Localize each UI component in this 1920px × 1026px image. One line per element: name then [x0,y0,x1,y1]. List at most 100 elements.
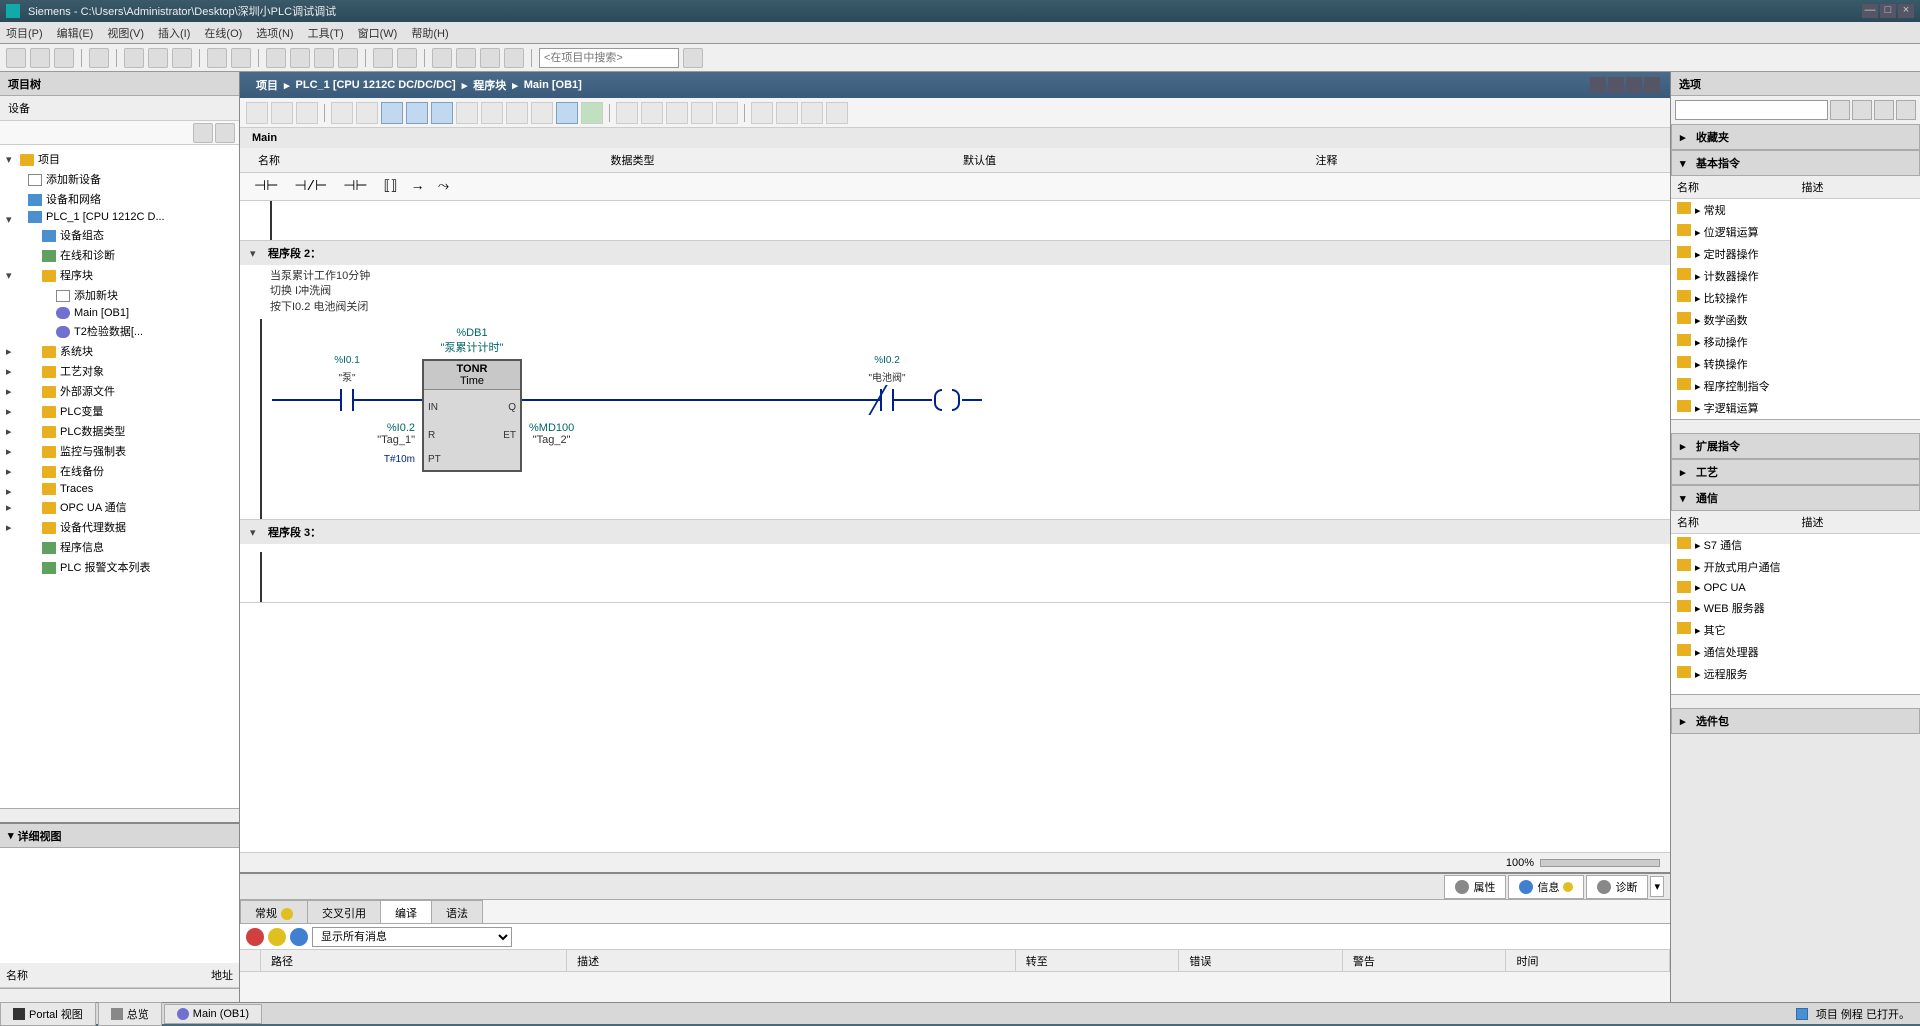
instruction-folder[interactable]: ▸ OPC UA [1671,578,1920,597]
tree-node[interactable]: ▸PLC变量 [0,401,239,421]
search-prev-icon[interactable] [1830,100,1850,120]
iface-col-2[interactable]: 默认值 [955,150,1308,170]
iface-col-1[interactable]: 数据类型 [603,150,956,170]
minimize-button[interactable]: — [1862,4,1878,18]
project-tree[interactable]: ▾项目添加新设备设备和网络▾PLC_1 [CPU 1212C D...设备组态在… [0,145,239,808]
menu-edit[interactable]: 编辑(E) [57,25,94,41]
instruction-folder[interactable]: ▸ 远程服务 [1671,663,1920,685]
subtab-compile[interactable]: 编译 [380,900,432,923]
tree-node[interactable]: ▸外部源文件 [0,381,239,401]
inspector-tab-info[interactable]: 信息 [1508,875,1584,899]
tree-node[interactable]: ▸工艺对象 [0,361,239,381]
portal-view-tab[interactable]: Portal 视图 [0,1002,96,1026]
filter-error-icon[interactable] [246,928,264,946]
tree-node[interactable]: ▸系统块 [0,341,239,361]
message-filter-select[interactable]: 显示所有消息 [312,927,512,947]
tb-undo-icon[interactable] [207,48,227,68]
et-btn-17[interactable] [666,102,688,124]
tree-node[interactable]: ▾PLC_1 [CPU 1212C D... [0,209,239,225]
contact-pump[interactable]: %I0.1 "泵" [332,385,362,415]
et-btn-22[interactable] [801,102,823,124]
tree-node[interactable]: PLC 报警文本列表 [0,557,239,577]
lad-coil[interactable]: ⊣⊢ [339,178,371,195]
et-btn-18[interactable] [691,102,713,124]
tb-new-icon[interactable] [6,48,26,68]
menu-help[interactable]: 帮助(H) [411,25,448,41]
bc-close-icon[interactable] [1644,77,1660,93]
tree-node[interactable]: 在线和诊断 [0,245,239,265]
instruction-folder[interactable]: ▸ 数学函数 [1671,309,1920,331]
et-btn-19[interactable] [716,102,738,124]
filter-warn-icon[interactable] [268,928,286,946]
et-monitor-icon[interactable] [751,102,773,124]
lad-branch-close[interactable]: ⤳ [434,179,453,195]
tb-layout-icon[interactable] [504,48,524,68]
et-btn-21[interactable] [776,102,798,124]
subtab-general[interactable]: 常规 [240,900,308,923]
maximize-button[interactable]: □ [1880,4,1896,18]
instruction-folder[interactable]: ▸ S7 通信 [1671,534,1920,556]
col-warn[interactable]: 警告 [1343,950,1507,971]
et-btn-4[interactable] [331,102,353,124]
tb-goonline-icon[interactable] [373,48,393,68]
instruction-folder[interactable]: ▸ 开放式用户通信 [1671,556,1920,578]
network-2[interactable]: ▾ 程序段 2： 当泵累计工作10分钟 切换 I冲洗阀 按下I0.2 电池阀关闭… [240,241,1670,520]
et-btn-5[interactable] [356,102,378,124]
search-opt1-icon[interactable] [1874,100,1894,120]
tb-sim-icon[interactable] [338,48,358,68]
subtab-syntax[interactable]: 语法 [431,900,483,923]
bc-2[interactable]: 程序块 [473,77,506,93]
col-goto[interactable]: 转至 [1016,950,1180,971]
tb-download-icon[interactable] [290,48,310,68]
lad-nc-contact[interactable]: ⊣/⊢ [290,178,331,195]
overview-tab[interactable]: 总览 [98,1002,162,1026]
tree-view2-icon[interactable] [215,123,235,143]
section-options[interactable]: ▸选件包 [1671,708,1920,734]
et-btn-3[interactable] [296,102,318,124]
inspector-tab-properties[interactable]: 属性 [1444,875,1506,899]
bc-max-icon[interactable] [1608,77,1624,93]
instruction-folder[interactable]: ▸ 通信处理器 [1671,641,1920,663]
tb-copy-icon[interactable] [148,48,168,68]
tree-node[interactable]: 设备组态 [0,225,239,245]
tree-node[interactable]: ▸在线备份 [0,461,239,481]
net2-comment[interactable]: 当泵累计工作10分钟 切换 I冲洗阀 按下I0.2 电池阀关闭 [240,265,1670,319]
instruction-folder[interactable]: ▸ 移动操作 [1671,331,1920,353]
tree-node[interactable]: T2检验数据[... [0,321,239,341]
search-next-icon[interactable] [1852,100,1872,120]
inspector-tab-diag[interactable]: 诊断 [1586,875,1648,899]
comm-hscroll[interactable] [1671,694,1920,708]
instruction-folder[interactable]: ▸ 计数器操作 [1671,265,1920,287]
tb-print-icon[interactable] [89,48,109,68]
close-button[interactable]: × [1898,4,1914,18]
tree-node[interactable]: ▸OPC UA 通信 [0,497,239,517]
tree-node[interactable]: ▸Traces [0,481,239,497]
instruction-folder[interactable]: ▸ 常规 [1671,199,1920,221]
tree-node[interactable]: ▾程序块 [0,265,239,285]
et-btn-1[interactable] [246,102,268,124]
tree-node[interactable]: 程序信息 [0,537,239,557]
search-opt2-icon[interactable] [1896,100,1916,120]
basic-hscroll[interactable] [1671,419,1920,433]
tree-node[interactable]: ▸设备代理数据 [0,517,239,537]
net3-comment[interactable] [240,544,1670,552]
et-btn-23[interactable] [826,102,848,124]
et-btn-2[interactable] [271,102,293,124]
tree-node[interactable]: 添加新块 [0,285,239,305]
et-btn-10[interactable] [481,102,503,124]
lad-branch-open[interactable]: → [409,179,425,195]
lad-no-contact[interactable]: ⊣⊢ [250,178,282,195]
tree-hscroll[interactable] [0,808,239,822]
subtab-xref[interactable]: 交叉引用 [307,900,381,923]
instruction-folder[interactable]: ▸ 定时器操作 [1671,243,1920,265]
menu-tools[interactable]: 工具(T) [308,25,344,41]
instruction-folder[interactable]: ▸ 其它 [1671,619,1920,641]
net2-collapse-icon[interactable]: ▾ [250,247,262,260]
section-extended[interactable]: ▸扩展指令 [1671,433,1920,459]
bc-min-icon[interactable] [1590,77,1606,93]
inspector-collapse-button[interactable]: ▾ [1650,876,1664,897]
tb-upload-icon[interactable] [314,48,334,68]
tree-node[interactable]: 添加新设备 [0,169,239,189]
tree-node[interactable]: 设备和网络 [0,189,239,209]
bc-1[interactable]: PLC_1 [CPU 1212C DC/DC/DC] [296,79,456,91]
